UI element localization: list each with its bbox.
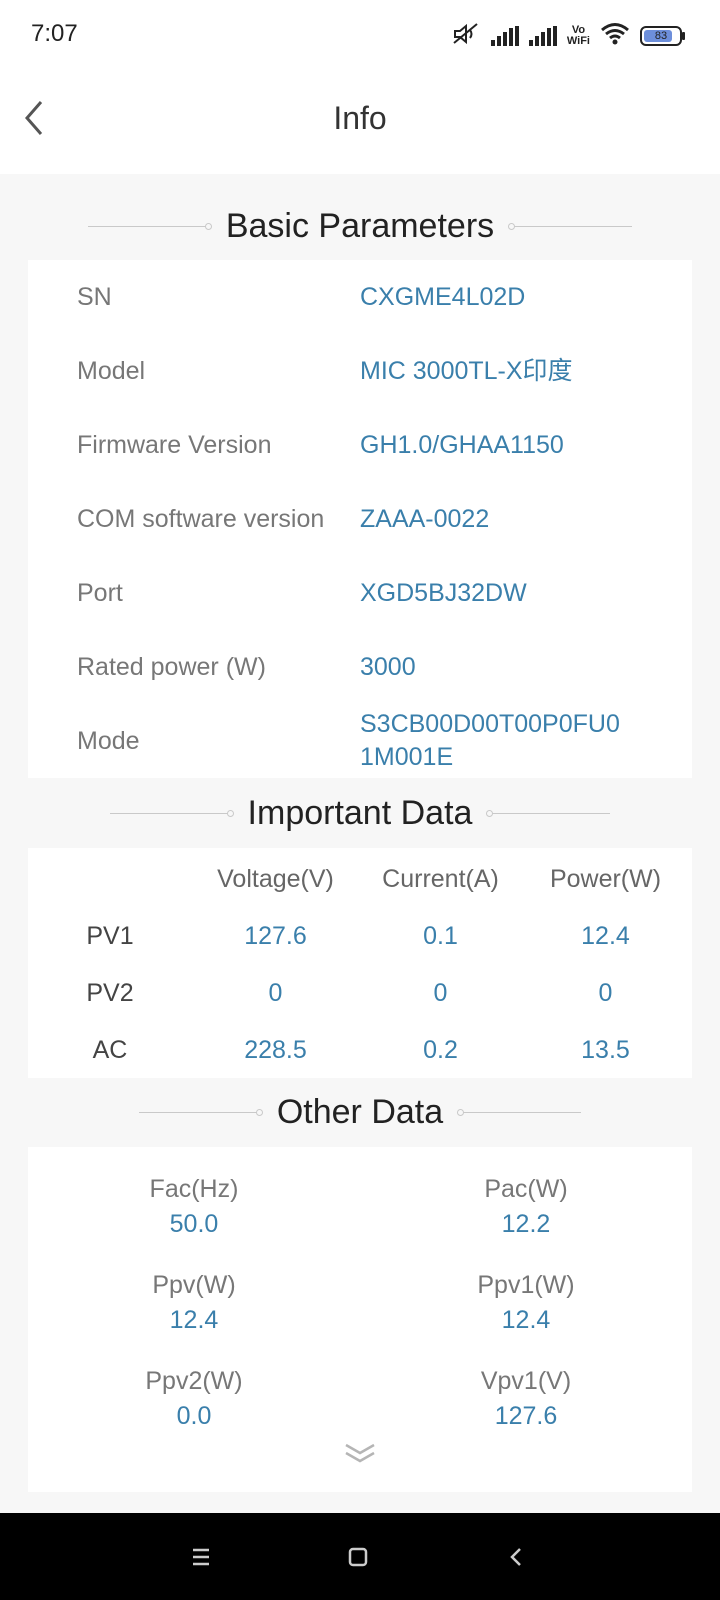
battery-level: 83	[654, 30, 668, 42]
info-key: Rated power (W)	[77, 652, 266, 681]
table-cell: 127.6	[244, 921, 307, 950]
metric-label: Fac(Hz)	[149, 1175, 239, 1203]
info-key: COM software version	[77, 504, 325, 533]
metric-label: Ppv1(W)	[477, 1271, 575, 1299]
battery-icon: 83	[640, 26, 685, 46]
column-header: Voltage(V)	[217, 864, 334, 893]
table-cell: 0.1	[423, 921, 458, 950]
wifi-icon	[600, 22, 630, 51]
info-row-com-software: COM software version ZAAA-0022	[28, 482, 692, 556]
info-value: XGD5BJ32DW	[360, 578, 527, 607]
info-value: CXGME4L02D	[360, 282, 526, 311]
info-value-line: 1M001E	[360, 743, 454, 771]
metric-value: 0.0	[176, 1402, 212, 1430]
info-value-line: S3CB00D00T00P0FU0	[360, 710, 620, 738]
important-data-card: Voltage(V) Current(A) Power(W) PV1 127.6…	[28, 848, 692, 1078]
metric-item: Ppv(W) 12.4	[28, 1269, 360, 1336]
basic-parameters-card: SN CXGME4L02D Model MIC 3000TL-X印度 Firmw…	[28, 260, 692, 778]
info-row-model: Model MIC 3000TL-X印度	[28, 334, 692, 408]
row-label: PV1	[86, 921, 134, 950]
table-cell: 0	[268, 978, 283, 1007]
signal-icon	[528, 26, 557, 46]
metric-value: 12.4	[169, 1306, 219, 1334]
info-row-mode: Mode S3CB00D00T00P0FU0 1M001E	[28, 704, 692, 778]
row-label: AC	[92, 1035, 128, 1064]
info-key: Firmware Version	[77, 430, 272, 459]
table-header: Voltage(V) Current(A) Power(W)	[28, 851, 692, 907]
metric-value: 50.0	[169, 1210, 219, 1238]
info-key: SN	[77, 282, 112, 311]
basic-parameters-heading: Basic Parameters	[0, 196, 720, 256]
metric-value: 12.4	[501, 1306, 551, 1334]
column-header: Power(W)	[549, 864, 662, 893]
status-time: 7:07	[31, 20, 78, 47]
info-value: ZAAA-0022	[360, 504, 490, 533]
table-row: AC 228.5 0.2 13.5	[28, 1022, 692, 1078]
app-header: Info	[0, 72, 720, 174]
section-title: Basic Parameters	[225, 206, 495, 245]
metric-label: Ppv2(W)	[145, 1367, 243, 1395]
metric-item: Pac(W) 12.2	[360, 1173, 692, 1240]
info-key: Mode	[77, 726, 140, 755]
back-icon[interactable]	[501, 1541, 533, 1573]
metric-item: Vpv1(V) 127.6	[360, 1365, 692, 1432]
metric-value: 12.2	[501, 1210, 551, 1238]
table-row: PV1 127.6 0.1 12.4	[28, 908, 692, 964]
mute-icon	[451, 22, 481, 51]
important-data-heading: Important Data	[0, 783, 720, 843]
home-icon[interactable]	[342, 1541, 374, 1573]
menu-icon[interactable]	[185, 1541, 217, 1573]
section-title: Important Data	[247, 793, 473, 832]
status-icons: Vo WiFi 83	[451, 20, 685, 52]
vowifi-icon: Vo WiFi	[566, 24, 590, 47]
info-row-firmware: Firmware Version GH1.0/GHAA1150	[28, 408, 692, 482]
section-title: Other Data	[276, 1092, 444, 1131]
info-row-rated-power: Rated power (W) 3000	[28, 630, 692, 704]
info-key: Port	[77, 578, 123, 607]
metric-label: Ppv(W)	[152, 1271, 236, 1299]
info-value: MIC 3000TL-X印度	[360, 356, 573, 385]
double-chevron-down-icon[interactable]	[338, 1439, 382, 1469]
metric-item: Fac(Hz) 50.0	[28, 1173, 360, 1240]
system-nav-bar	[0, 1513, 720, 1600]
table-cell: 0	[433, 978, 448, 1007]
metric-label: Pac(W)	[484, 1175, 568, 1203]
metric-item: Ppv2(W) 0.0	[28, 1365, 360, 1432]
other-data-heading: Other Data	[0, 1082, 720, 1142]
row-label: PV2	[86, 978, 134, 1007]
table-cell: 228.5	[244, 1035, 307, 1064]
other-data-card: Fac(Hz) 50.0 Pac(W) 12.2 Ppv(W) 12.4 Ppv…	[28, 1147, 692, 1492]
table-cell: 12.4	[581, 921, 630, 950]
info-row-sn: SN CXGME4L02D	[28, 260, 692, 334]
info-value: S3CB00D00T00P0FU0 1M001E	[360, 708, 680, 774]
metric-item: Ppv1(W) 12.4	[360, 1269, 692, 1336]
table-cell: 13.5	[581, 1035, 630, 1064]
info-key: Model	[77, 356, 146, 385]
info-row-port: Port XGD5BJ32DW	[28, 556, 692, 630]
info-value: GH1.0/GHAA1150	[360, 430, 564, 459]
metric-value: 127.6	[494, 1402, 558, 1430]
table-row: PV2 0 0 0	[28, 965, 692, 1021]
page-title: Info	[333, 100, 387, 136]
metric-label: Vpv1(V)	[480, 1367, 572, 1395]
info-value: 3000	[360, 652, 416, 681]
signal-icon	[490, 26, 519, 46]
table-cell: 0	[598, 978, 613, 1007]
status-bar: 7:07 Vo WiFi 83	[0, 0, 720, 72]
column-header: Current(A)	[382, 864, 499, 893]
table-cell: 0.2	[423, 1035, 458, 1064]
